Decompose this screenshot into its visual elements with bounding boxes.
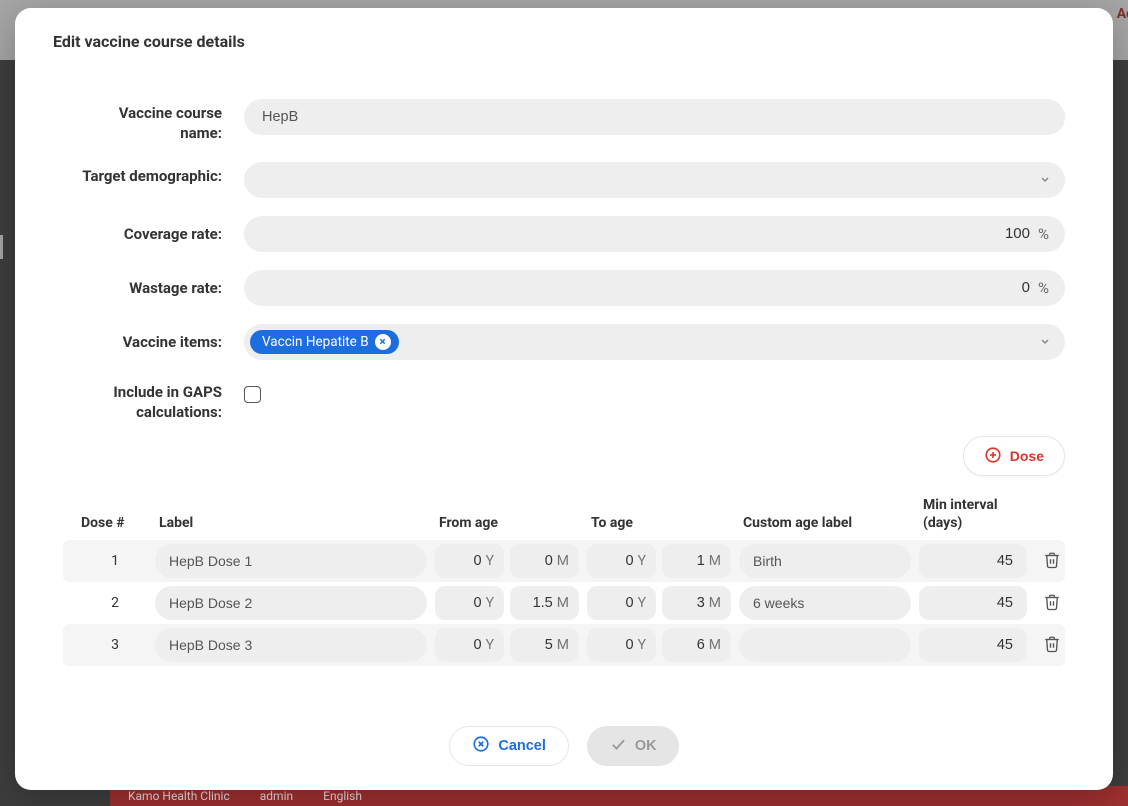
chip-remove-icon[interactable] [375,334,391,350]
label-vaccine-items: Vaccine items: [79,324,222,352]
from-month-input[interactable] [516,553,553,569]
dose-number: 3 [63,637,147,653]
delete-dose-button[interactable] [1035,628,1069,662]
coverage-unit: % [1038,225,1049,243]
dose-label-input[interactable] [155,628,427,662]
footer-language: English [323,789,362,803]
to-month-input[interactable] [668,595,705,611]
custom-age-input[interactable] [739,586,911,620]
gaps-checkbox[interactable] [244,386,261,403]
to-year-input[interactable] [593,637,634,653]
row-vaccine-items: Vaccine items: Vaccin Hepatite B [79,324,1065,360]
month-unit: M [709,595,721,611]
dose-number: 1 [63,553,147,569]
custom-age-input[interactable] [739,628,911,662]
add-dose-button[interactable]: Dose [963,436,1065,476]
ok-label: OK [635,738,657,754]
coverage-rate-input[interactable] [262,225,1030,242]
trash-icon [1043,593,1061,614]
year-unit: Y [486,637,494,653]
to-month-input[interactable] [668,637,705,653]
label-demographic: Target demographic: [79,162,222,186]
to-year-input[interactable] [593,595,634,611]
year-unit: Y [638,595,646,611]
modal-footer: Cancel OK [63,702,1065,766]
trash-icon [1043,551,1061,572]
delete-dose-button[interactable] [1035,586,1069,620]
course-name-input[interactable] [244,99,1065,135]
month-unit: M [557,637,569,653]
caret-down-icon [1039,332,1051,351]
dose-table-header: Dose # Label From age To age Custom age … [63,488,1065,540]
label-gaps: Include in GAPS calculations: [79,378,222,423]
year-unit: Y [638,553,646,569]
interval-input[interactable] [919,586,1027,620]
footer-user: admin [260,789,293,803]
ok-button[interactable]: OK [587,726,679,766]
from-month-input[interactable] [516,595,553,611]
year-unit: Y [638,637,646,653]
interval-input[interactable] [919,544,1027,578]
month-unit: M [557,553,569,569]
row-wastage: Wastage rate: % [79,270,1065,306]
dose-button-row: Dose [63,436,1065,476]
wastage-rate-input[interactable] [262,279,1030,296]
trash-icon [1043,635,1061,656]
dose-table: Dose # Label From age To age Custom age … [63,488,1065,666]
dose-number: 2 [63,595,147,611]
month-unit: M [557,595,569,611]
header-custom: Custom age label [743,514,915,532]
year-unit: Y [486,595,494,611]
month-unit: M [709,553,721,569]
label-course-name: Vaccine course name: [79,99,222,144]
interval-input[interactable] [919,628,1027,662]
dose-row: 3 Y M Y M [63,624,1065,666]
from-year-input[interactable] [441,637,482,653]
row-coverage: Coverage rate: % [79,216,1065,252]
from-month-input[interactable] [516,637,553,653]
dose-label-input[interactable] [155,586,427,620]
header-dose-num: Dose # [67,514,151,532]
dose-row: 2 Y M Y M [63,582,1065,624]
x-circle-icon [472,735,490,757]
from-year-input[interactable] [441,553,482,569]
header-from: From age [439,514,583,532]
year-unit: Y [486,553,494,569]
dose-row: 1 Y M Y M [63,540,1065,582]
chip-label: Vaccin Hepatite B [262,334,369,350]
demographic-select[interactable] [244,162,1065,198]
vaccine-item-chip: Vaccin Hepatite B [250,330,399,354]
header-interval: Min interval (days) [923,496,1031,532]
custom-age-input[interactable] [739,544,911,578]
row-course-name: Vaccine course name: [79,99,1065,144]
footer-clinic: Kamo Health Clinic [128,789,230,803]
modal-title: Edit vaccine course details [53,32,1065,51]
cancel-button[interactable]: Cancel [449,726,569,766]
to-year-input[interactable] [593,553,634,569]
label-wastage: Wastage rate: [79,270,222,298]
month-unit: M [709,637,721,653]
header-label: Label [159,514,431,532]
from-year-input[interactable] [441,595,482,611]
edit-vaccine-course-modal: Edit vaccine course details Vaccine cour… [15,8,1113,790]
add-dose-label: Dose [1010,448,1044,464]
check-icon [609,735,627,757]
cancel-label: Cancel [498,738,546,754]
plus-circle-icon [984,446,1002,467]
dose-label-input[interactable] [155,544,427,578]
vaccine-items-select[interactable]: Vaccin Hepatite B [244,324,1065,360]
row-demographic: Target demographic: [79,162,1065,198]
form-area: Vaccine course name: Target demographic:… [79,99,1065,422]
header-to: To age [591,514,735,532]
row-gaps: Include in GAPS calculations: [79,378,1065,423]
wastage-unit: % [1038,279,1049,297]
to-month-input[interactable] [668,553,705,569]
label-coverage: Coverage rate: [79,216,222,244]
delete-dose-button[interactable] [1035,544,1069,578]
